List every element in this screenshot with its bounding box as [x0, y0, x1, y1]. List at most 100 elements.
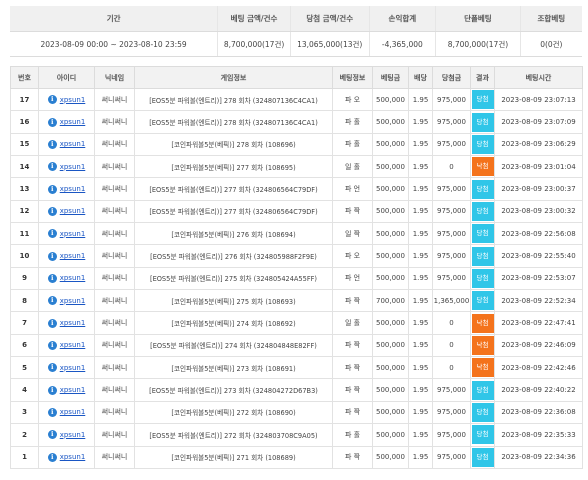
user-id-link[interactable]: xpsun1	[60, 96, 86, 104]
user-id-link[interactable]: xpsun1	[60, 185, 86, 193]
row-number: 15	[10, 132, 39, 157]
info-icon[interactable]: i	[47, 363, 57, 373]
row-bet-info: 일 홀	[332, 155, 373, 179]
info-icon[interactable]: i	[47, 95, 57, 105]
row-user-id-cell: i xpsun1	[38, 155, 95, 179]
row-bet-info: 파 언	[332, 266, 373, 291]
user-id-link[interactable]: xpsun1	[60, 408, 86, 416]
user-id-group[interactable]: i xpsun1	[47, 296, 86, 306]
user-id-group[interactable]: i xpsun1	[47, 318, 86, 328]
user-id-group[interactable]: i xpsun1	[47, 452, 86, 462]
row-user-id-cell: i xpsun1	[38, 445, 95, 469]
result-badge: 당첨	[471, 447, 494, 467]
user-id-group[interactable]: i xpsun1	[47, 430, 86, 440]
user-id-group[interactable]: i xpsun1	[47, 407, 86, 417]
bet-history-page: { "summary": { "headers": ["기간", "베팅 금액/…	[0, 0, 588, 480]
row-bet-amount: 700,000	[372, 289, 409, 313]
row-odds: 1.95	[408, 222, 433, 246]
row-win-amount: 975,000	[432, 266, 471, 291]
user-id-link[interactable]: xpsun1	[60, 386, 86, 394]
info-icon[interactable]: i	[47, 430, 57, 440]
info-icon[interactable]: i	[47, 139, 57, 149]
user-id-group[interactable]: i xpsun1	[47, 184, 86, 194]
user-id-group[interactable]: i xpsun1	[47, 162, 86, 172]
result-badge: 낙첨	[471, 313, 494, 333]
info-icon[interactable]: i	[47, 407, 57, 417]
row-nickname: 써니써니	[94, 423, 135, 447]
user-id-link[interactable]: xpsun1	[60, 163, 86, 171]
row-number: 17	[10, 87, 39, 112]
table-row: 2 i xpsun1 써니써니 [EOS5분 파워볼(엔트리)] 272 회차 (324…	[10, 423, 583, 447]
row-nickname: 써니써니	[94, 132, 135, 157]
row-game-info: [코인파워볼5분(베픽)] 278 회차 (108696)	[134, 132, 333, 157]
user-id-link[interactable]: xpsun1	[60, 230, 86, 238]
info-icon[interactable]: i	[47, 318, 57, 328]
user-id-group[interactable]: i xpsun1	[47, 363, 86, 373]
row-result-cell: 당첨	[470, 289, 495, 313]
summary-win-header: 당첨 금액/건수	[289, 6, 370, 32]
user-id-link[interactable]: xpsun1	[60, 140, 86, 148]
row-bet-amount: 500,000	[372, 423, 409, 447]
info-icon[interactable]: i	[47, 273, 57, 283]
user-id-group[interactable]: i xpsun1	[47, 340, 86, 350]
row-bet-amount: 500,000	[372, 87, 409, 112]
row-bet-info: 파 오	[332, 87, 373, 112]
info-icon[interactable]: i	[47, 340, 57, 350]
info-icon[interactable]: i	[47, 385, 57, 395]
user-id-group[interactable]: i xpsun1	[47, 385, 86, 395]
user-id-group[interactable]: i xpsun1	[47, 139, 86, 149]
row-game-info: [EOS5분 파워볼(엔트리)] 278 회차 (324807136C4CA1)	[134, 110, 333, 134]
info-icon[interactable]: i	[47, 206, 57, 216]
table-row: 12 i xpsun1 써니써니 [EOS5분 파워볼(엔트리)] 277 회차 (32…	[10, 199, 583, 224]
user-id-link[interactable]: xpsun1	[60, 252, 86, 260]
table-row: 14 i xpsun1 써니써니 [코인파워볼5분(베픽)] 277 회차 (10869…	[10, 155, 583, 179]
user-id-group[interactable]: i xpsun1	[47, 206, 86, 216]
row-bet-time: 2023-08-09 23:00:32	[494, 199, 583, 224]
user-id-link[interactable]: xpsun1	[60, 207, 86, 215]
row-result-cell: 당첨	[470, 266, 495, 291]
user-id-link[interactable]: xpsun1	[60, 431, 86, 439]
row-bet-info: 파 짝	[332, 400, 373, 425]
row-result-cell: 낙첨	[470, 333, 495, 358]
row-win-amount: 975,000	[432, 378, 471, 402]
table-row: 10 i xpsun1 써니써니 [EOS5분 파워볼(엔트리)] 276 회차 (32…	[10, 244, 583, 268]
row-result-cell: 당첨	[470, 378, 495, 402]
info-icon[interactable]: i	[47, 162, 57, 172]
row-number: 11	[10, 222, 39, 246]
info-icon[interactable]: i	[47, 452, 57, 462]
row-bet-info: 파 짝	[332, 199, 373, 224]
user-id-link[interactable]: xpsun1	[60, 364, 86, 372]
user-id-link[interactable]: xpsun1	[60, 341, 86, 349]
row-user-id-cell: i xpsun1	[38, 244, 95, 268]
table-row: 9 i xpsun1 써니써니 [EOS5분 파워볼(엔트리)] 275 회차 (324…	[10, 266, 583, 291]
user-id-link[interactable]: xpsun1	[60, 118, 86, 126]
row-number: 4	[10, 378, 39, 402]
row-user-id-cell: i xpsun1	[38, 311, 95, 335]
row-nickname: 써니써니	[94, 289, 135, 313]
info-icon[interactable]: i	[47, 229, 57, 239]
info-icon[interactable]: i	[47, 117, 57, 127]
row-result-cell: 당첨	[470, 445, 495, 469]
user-id-group[interactable]: i xpsun1	[47, 229, 86, 239]
info-icon[interactable]: i	[47, 296, 57, 306]
user-id-link[interactable]: xpsun1	[60, 319, 86, 327]
user-id-group[interactable]: i xpsun1	[47, 273, 86, 283]
user-id-group[interactable]: i xpsun1	[47, 95, 86, 105]
result-badge: 당첨	[471, 425, 494, 445]
user-id-link[interactable]: xpsun1	[60, 453, 86, 461]
user-id-group[interactable]: i xpsun1	[47, 251, 86, 261]
row-odds: 1.95	[408, 378, 433, 402]
row-user-id-cell: i xpsun1	[38, 87, 95, 112]
row-game-info: [코인파워볼5분(베픽)] 277 회차 (108695)	[134, 155, 333, 179]
info-icon[interactable]: i	[47, 251, 57, 261]
user-id-link[interactable]: xpsun1	[60, 274, 86, 282]
table-row: 17 i xpsun1 써니써니 [EOS5분 파워볼(엔트리)] 278 회차 (32…	[10, 87, 583, 112]
row-bet-amount: 500,000	[372, 222, 409, 246]
row-odds: 1.95	[408, 311, 433, 335]
row-bet-amount: 500,000	[372, 177, 409, 201]
info-icon[interactable]: i	[47, 184, 57, 194]
user-id-group[interactable]: i xpsun1	[47, 117, 86, 127]
table-row: 4 i xpsun1 써니써니 [EOS5분 파워볼(엔트리)] 273 회차 (324…	[10, 378, 583, 402]
row-nickname: 써니써니	[94, 400, 135, 425]
user-id-link[interactable]: xpsun1	[60, 297, 86, 305]
